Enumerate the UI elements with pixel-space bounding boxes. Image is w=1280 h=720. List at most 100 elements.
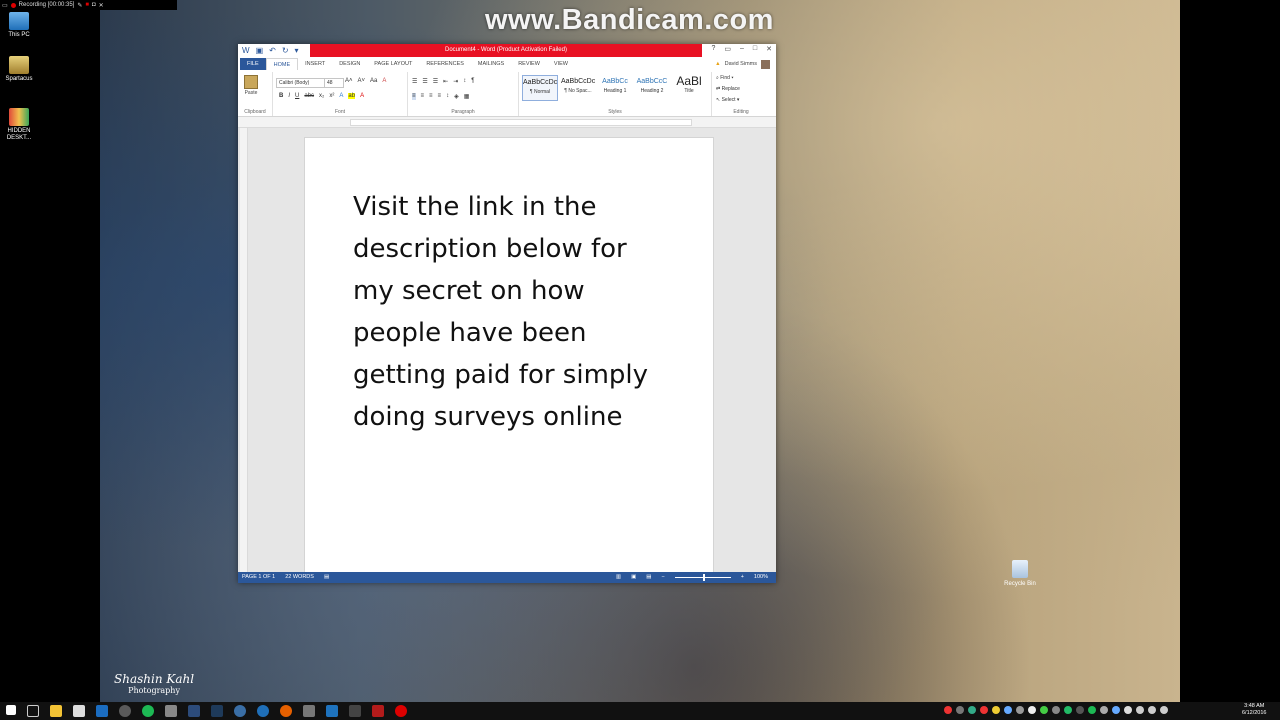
- line-spacing-icon[interactable]: ↕: [446, 93, 449, 100]
- help-icon[interactable]: ?: [711, 45, 715, 53]
- font-color-icon[interactable]: A: [360, 93, 364, 99]
- app-icon[interactable]: [188, 705, 200, 717]
- desktop-icon-spartacus[interactable]: Spartacus: [4, 56, 34, 83]
- justify-icon[interactable]: ≡: [438, 93, 442, 100]
- recorder-bar[interactable]: ▭ Recording [00:00:35] ✎ ■ ◘ ✕: [0, 0, 177, 10]
- maximize-icon[interactable]: □: [753, 45, 757, 53]
- align-right-icon[interactable]: ≡: [429, 93, 433, 100]
- desktop-icon-this-pc[interactable]: This PC: [4, 12, 34, 39]
- ribbon-display-icon[interactable]: ▭: [724, 45, 731, 53]
- edge-icon[interactable]: [326, 705, 338, 717]
- document-page[interactable]: Visit the link in the description below …: [304, 137, 714, 572]
- pilcrow-icon[interactable]: ¶: [471, 78, 474, 85]
- subscript-icon[interactable]: x₂: [319, 93, 324, 99]
- print-layout-icon[interactable]: ▣: [631, 572, 636, 583]
- tray-icon[interactable]: [1100, 706, 1108, 714]
- undo-icon[interactable]: ↶: [269, 46, 276, 55]
- redo-icon[interactable]: ↻: [282, 46, 289, 55]
- tab-references[interactable]: REFERENCES: [419, 58, 471, 70]
- customize-icon[interactable]: ▾: [295, 46, 299, 55]
- tray-icon[interactable]: [944, 706, 952, 714]
- tray-icon[interactable]: [992, 706, 1000, 714]
- firefox-icon[interactable]: [280, 705, 292, 717]
- word-taskbar-icon[interactable]: [96, 705, 108, 717]
- monitor-icon[interactable]: ▭: [2, 2, 8, 9]
- highlight-icon[interactable]: ab: [348, 93, 356, 99]
- user-account[interactable]: ▲ David Simms: [715, 58, 770, 70]
- style-title[interactable]: AaBl Title: [672, 75, 706, 99]
- calendar-icon[interactable]: [349, 705, 361, 717]
- tray-icon[interactable]: [1064, 706, 1072, 714]
- sort-icon[interactable]: ↕: [463, 78, 466, 85]
- proofing-icon[interactable]: ▤: [324, 572, 329, 583]
- tab-file[interactable]: FILE: [240, 58, 266, 70]
- stop-icon[interactable]: ■: [85, 2, 89, 8]
- document-area[interactable]: Visit the link in the description below …: [238, 128, 776, 572]
- app-icon[interactable]: [303, 705, 315, 717]
- app-icon[interactable]: [119, 705, 131, 717]
- action-center-icon[interactable]: [1160, 706, 1168, 714]
- tab-design[interactable]: DESIGN: [332, 58, 367, 70]
- steam-icon[interactable]: [211, 705, 223, 717]
- page-count[interactable]: PAGE 1 OF 1: [242, 572, 275, 583]
- bullets-icon[interactable]: ☰: [412, 78, 417, 85]
- bluetooth-icon[interactable]: [1112, 706, 1120, 714]
- tray-icon[interactable]: [956, 706, 964, 714]
- task-view-icon[interactable]: [27, 705, 39, 717]
- tab-insert[interactable]: INSERT: [298, 58, 332, 70]
- taskbar-clock[interactable]: 3:48 AM 6/12/2016: [1242, 703, 1266, 717]
- multilevel-list-icon[interactable]: ☰: [433, 78, 438, 85]
- tray-icon[interactable]: [1052, 706, 1060, 714]
- shading-icon[interactable]: ◈: [454, 93, 459, 100]
- app-icon[interactable]: [257, 705, 269, 717]
- font-size-dropdown[interactable]: 48: [324, 78, 344, 88]
- replace-button[interactable]: ⇄ Replace: [716, 84, 740, 95]
- text-effects-icon[interactable]: A: [339, 93, 343, 99]
- borders-icon[interactable]: ▦: [464, 93, 470, 100]
- zoom-level[interactable]: 100%: [754, 572, 768, 583]
- volume-icon[interactable]: [1148, 706, 1156, 714]
- close-icon[interactable]: ✕: [766, 45, 772, 53]
- shrink-font-icon[interactable]: A˅: [358, 78, 366, 84]
- horizontal-ruler[interactable]: [238, 117, 776, 128]
- desktop-icon-hidden[interactable]: HIDDEN DESKT...: [4, 108, 34, 142]
- windows-start-icon[interactable]: [6, 705, 16, 715]
- style-heading-1[interactable]: AaBbCc Heading 1: [598, 75, 632, 99]
- underline-icon[interactable]: U: [295, 93, 299, 99]
- style-heading-2[interactable]: AaBbCcC Heading 2: [635, 75, 669, 99]
- tray-icon[interactable]: [1076, 706, 1084, 714]
- vertical-ruler[interactable]: [240, 128, 248, 572]
- clear-format-icon[interactable]: A: [382, 78, 386, 84]
- zoom-thumb[interactable]: [702, 574, 705, 581]
- tray-icon[interactable]: [980, 706, 988, 714]
- increase-indent-icon[interactable]: ⇥: [453, 78, 458, 85]
- file-explorer-icon[interactable]: [50, 705, 62, 717]
- tab-home[interactable]: HOME: [265, 57, 299, 71]
- tray-icon[interactable]: [1016, 706, 1024, 714]
- select-button[interactable]: ↖ Select ▾: [716, 95, 740, 106]
- tab-page-layout[interactable]: PAGE LAYOUT: [367, 58, 419, 70]
- numbering-icon[interactable]: ☰: [422, 78, 427, 85]
- app-icon[interactable]: [165, 705, 177, 717]
- store-icon[interactable]: [73, 705, 85, 717]
- tray-icon[interactable]: [968, 706, 976, 714]
- tray-icon[interactable]: [1040, 706, 1048, 714]
- word-count[interactable]: 22 WORDS: [285, 572, 314, 583]
- tray-icon[interactable]: [1124, 706, 1132, 714]
- align-left-icon[interactable]: ≡: [412, 93, 416, 100]
- zoom-in-icon[interactable]: +: [741, 572, 744, 583]
- read-mode-icon[interactable]: ▥: [616, 572, 621, 583]
- style-no-spacing[interactable]: AaBbCcDc ¶ No Spac...: [561, 75, 595, 99]
- italic-icon[interactable]: I: [288, 93, 290, 99]
- decrease-indent-icon[interactable]: ⇤: [443, 78, 448, 85]
- style-normal[interactable]: AaBbCcDc ¶ Normal: [522, 75, 558, 101]
- minimize-icon[interactable]: –: [740, 45, 744, 53]
- tray-icon[interactable]: [1028, 706, 1036, 714]
- pencil-icon[interactable]: ✎: [77, 2, 82, 9]
- zoom-slider[interactable]: [674, 574, 731, 581]
- tab-view[interactable]: VIEW: [547, 58, 575, 70]
- network-icon[interactable]: [1136, 706, 1144, 714]
- align-center-icon[interactable]: ≡: [421, 93, 425, 100]
- bandicam-icon[interactable]: [395, 705, 407, 717]
- desktop-icon-recycle-bin[interactable]: Recycle Bin: [1002, 560, 1038, 587]
